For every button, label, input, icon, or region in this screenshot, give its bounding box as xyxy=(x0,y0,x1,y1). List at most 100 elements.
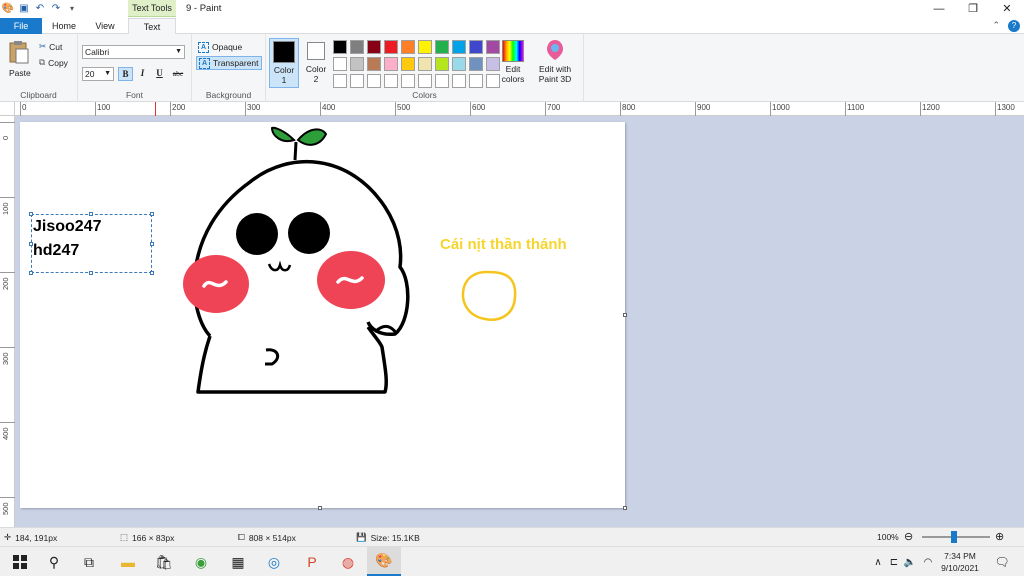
search-icon[interactable]: ⚲ xyxy=(44,552,64,572)
ribbon-tabs: File Home View Text ⌃ ? xyxy=(0,18,1024,35)
close-button[interactable]: ✕ xyxy=(990,0,1024,18)
zoom-slider-thumb[interactable] xyxy=(951,531,957,543)
text-box-handle[interactable] xyxy=(89,271,93,275)
transparent-button[interactable]: A Transparent xyxy=(196,56,262,70)
palette-swatch[interactable] xyxy=(384,40,398,54)
text-box-handle[interactable] xyxy=(150,242,154,246)
tab-text[interactable]: Text xyxy=(128,18,176,35)
undo-icon[interactable]: ↶ xyxy=(34,2,46,14)
palette-swatch[interactable] xyxy=(469,57,483,71)
help-icon[interactable]: ? xyxy=(1008,20,1020,32)
tab-file[interactable]: File xyxy=(0,18,42,34)
tab-view[interactable]: View xyxy=(86,18,124,34)
canvas-resize-handle-right[interactable] xyxy=(623,313,627,317)
palette-swatch[interactable] xyxy=(384,74,398,88)
canvas-size: ⧠ 808 × 514px xyxy=(238,532,296,543)
text-box-handle[interactable] xyxy=(89,212,93,216)
copy-button[interactable]: ⧉ Copy xyxy=(39,57,68,68)
powerpoint-icon[interactable]: P xyxy=(302,552,322,572)
palette-swatch[interactable] xyxy=(418,74,432,88)
color-1-label: Color xyxy=(273,65,295,75)
palette-swatch[interactable] xyxy=(333,74,347,88)
text-box[interactable]: Jisoo247 hd247 xyxy=(29,212,154,275)
minimize-button[interactable]: — xyxy=(922,0,956,18)
palette-swatch[interactable] xyxy=(418,40,432,54)
ruler-label: 500 xyxy=(1,502,10,515)
ruler-tick xyxy=(0,422,15,423)
opaque-button[interactable]: A Opaque xyxy=(196,40,262,54)
palette-swatch[interactable] xyxy=(418,57,432,71)
maximize-button[interactable]: ❐ xyxy=(956,0,990,18)
ruler-tick xyxy=(0,497,15,498)
font-family-select[interactable]: Calibri ▼ xyxy=(82,45,185,59)
taskbar: ⚲ ⧉ ▬ 🛍 ◉ ▦ ◎ P ◍ 🎨 ∧ ⊏ 🔈 ◠ 7:34 PM 9/10… xyxy=(0,546,1024,576)
customize-qat-icon[interactable]: ▾ xyxy=(66,2,78,14)
chrome-icon[interactable]: ◍ xyxy=(338,552,358,572)
redo-icon[interactable]: ↷ xyxy=(50,2,62,14)
palette-swatch[interactable] xyxy=(350,57,364,71)
palette-swatch[interactable] xyxy=(469,74,483,88)
tab-home[interactable]: Home xyxy=(46,18,82,34)
title-bar: 🎨 ▣ ↶ ↷ ▾ Text Tools 9 - Paint — ❐ ✕ xyxy=(0,0,1024,18)
palette-swatch[interactable] xyxy=(452,57,466,71)
zoom-in-button[interactable]: ⊕ xyxy=(995,530,1004,543)
text-box-handle[interactable] xyxy=(150,212,154,216)
palette-swatch[interactable] xyxy=(401,57,415,71)
palette-swatch[interactable] xyxy=(435,57,449,71)
taskbar-clock[interactable]: 7:34 PM 9/10/2021 xyxy=(932,550,988,574)
paste-button[interactable]: Paste xyxy=(9,68,31,78)
color-2-button[interactable]: Color 2 xyxy=(301,38,331,88)
ruler-tick xyxy=(470,102,471,116)
edit-with-paint3d-button[interactable]: Edit with Paint 3D xyxy=(532,38,578,84)
file-size-value: Size: 15.1KB xyxy=(370,532,420,543)
store-icon[interactable]: 🛍 xyxy=(154,552,174,572)
task-view-icon[interactable]: ⧉ xyxy=(79,552,99,572)
ruler-tick xyxy=(545,102,546,116)
drawing-canvas[interactable]: Jisoo247 hd247 Cái nịt thần thánh xyxy=(20,122,627,510)
windows-start-icon[interactable] xyxy=(10,552,30,572)
italic-button[interactable]: I xyxy=(135,67,150,81)
font-size-value: 20 xyxy=(85,69,95,79)
palette-swatch[interactable] xyxy=(367,40,381,54)
volume-icon[interactable]: 🔈 xyxy=(900,552,920,572)
underline-button[interactable]: U xyxy=(152,67,167,81)
chevron-down-icon: ▼ xyxy=(104,70,111,77)
palette-swatch[interactable] xyxy=(333,57,347,71)
app-blue-icon[interactable]: ◎ xyxy=(264,552,284,572)
strikethrough-button[interactable]: abc xyxy=(169,67,187,81)
palette-swatch[interactable] xyxy=(469,40,483,54)
save-icon[interactable]: ▣ xyxy=(18,2,30,14)
calculator-icon[interactable]: ▦ xyxy=(228,552,248,572)
app-green-icon[interactable]: ◉ xyxy=(191,552,211,572)
palette-swatch[interactable] xyxy=(367,74,381,88)
zoom-out-button[interactable]: ⊖ xyxy=(904,530,913,543)
palette-swatch[interactable] xyxy=(452,74,466,88)
text-box-handle[interactable] xyxy=(29,271,33,275)
bold-button[interactable]: B xyxy=(118,67,133,81)
cut-button[interactable]: ✂ Cut xyxy=(39,41,62,52)
canvas-resize-handle-corner[interactable] xyxy=(623,506,627,510)
palette-swatch[interactable] xyxy=(384,57,398,71)
paste-icon[interactable] xyxy=(8,40,30,64)
file-explorer-icon[interactable]: ▬ xyxy=(118,552,138,572)
palette-swatch[interactable] xyxy=(435,74,449,88)
palette-swatch[interactable] xyxy=(401,40,415,54)
ruler-label: 0 xyxy=(1,135,10,140)
palette-swatch[interactable] xyxy=(452,40,466,54)
font-size-select[interactable]: 20 ▼ xyxy=(82,67,114,81)
notifications-icon[interactable]: 🗨 xyxy=(992,552,1012,572)
palette-swatch[interactable] xyxy=(333,40,347,54)
canvas-resize-handle-bottom[interactable] xyxy=(318,506,322,510)
paint-taskbar-icon[interactable]: 🎨 xyxy=(367,547,401,576)
collapse-ribbon-icon[interactable]: ⌃ xyxy=(992,20,1000,31)
edit-colors-button[interactable]: Edit colors xyxy=(498,38,528,84)
text-box-handle[interactable] xyxy=(29,212,33,216)
text-box-handle[interactable] xyxy=(150,271,154,275)
palette-swatch[interactable] xyxy=(367,57,381,71)
text-box-handle[interactable] xyxy=(29,242,33,246)
palette-swatch[interactable] xyxy=(350,40,364,54)
palette-swatch[interactable] xyxy=(435,40,449,54)
palette-swatch[interactable] xyxy=(350,74,364,88)
color-1-button[interactable]: Color 1 xyxy=(269,38,299,88)
palette-swatch[interactable] xyxy=(401,74,415,88)
